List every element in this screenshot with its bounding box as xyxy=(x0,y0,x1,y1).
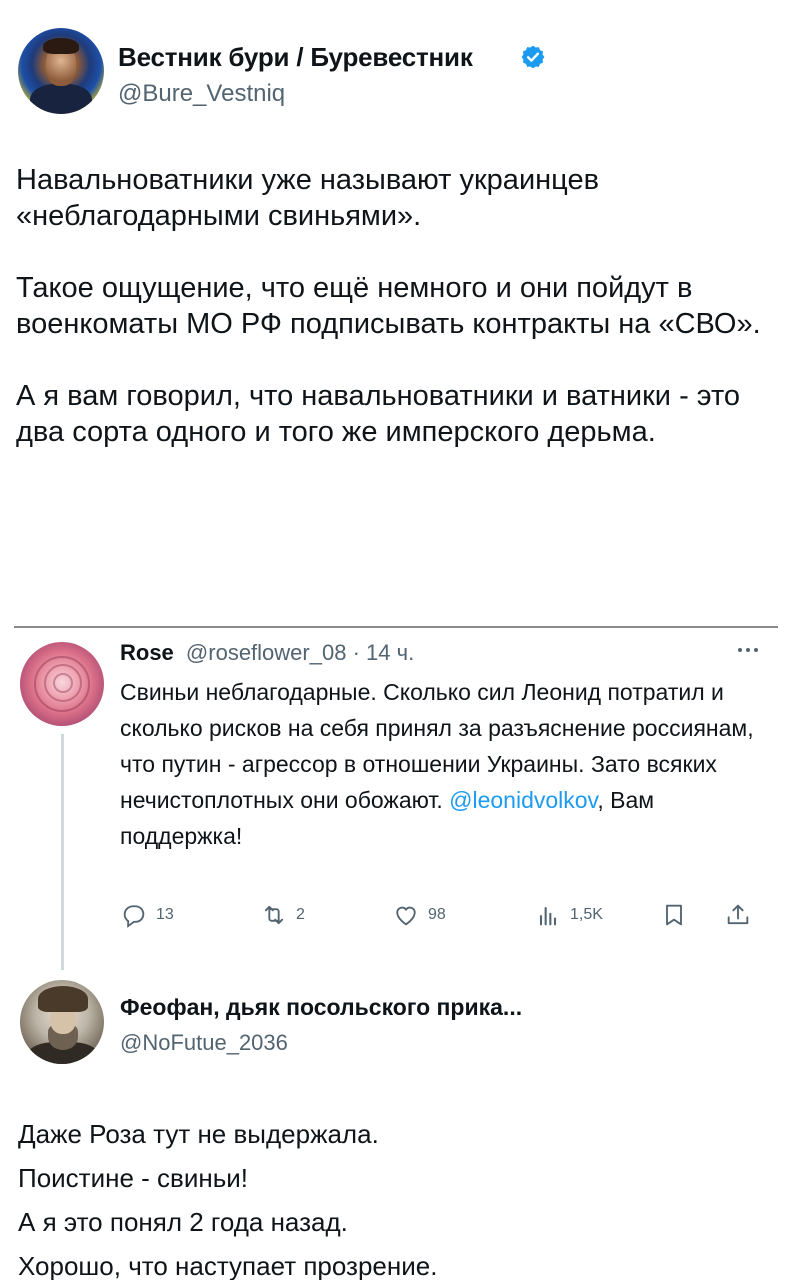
retweet-action[interactable]: 2 xyxy=(260,900,305,930)
share-action[interactable] xyxy=(724,900,760,930)
action-bar: 13 2 98 1,5K xyxy=(120,900,770,930)
views-count: 1,5K xyxy=(570,906,603,923)
views-icon xyxy=(539,906,557,926)
feofan-reply-text: Даже Роза тут не выдержала. Поистине - с… xyxy=(18,1112,778,1280)
reply-count: 13 xyxy=(156,906,174,923)
feofan-display-name[interactable]: Феофан, дьяк посольского прика... xyxy=(120,994,522,1021)
author-handle[interactable]: @Bure_Vestniq xyxy=(118,80,285,108)
feofan-handle[interactable]: @NoFutue_2036 xyxy=(120,1030,288,1056)
retweet-count: 2 xyxy=(296,906,305,923)
reply-icon xyxy=(123,905,145,928)
rose-avatar[interactable] xyxy=(20,642,104,726)
reply-action[interactable]: 13 xyxy=(120,900,174,930)
like-icon xyxy=(396,906,416,926)
tweet-paragraph: Такое ощущение, что ещё немного и они по… xyxy=(16,272,761,340)
thread-line xyxy=(61,734,64,970)
bookmark-action[interactable] xyxy=(660,900,696,930)
more-icon[interactable] xyxy=(732,642,764,658)
author-display-name[interactable]: Вестник бури / Буревестник xyxy=(118,42,473,73)
tweet-body: Навальноватники уже называют украинцев «… xyxy=(16,162,776,450)
reply-meta: Rose @roseflower_08 · 14 ч. xyxy=(120,640,414,666)
feofan-line: Хорошо, что наступает прозрение. xyxy=(18,1251,438,1280)
feofan-avatar[interactable] xyxy=(20,980,104,1064)
screenshot-divider xyxy=(14,626,778,628)
retweet-icon xyxy=(264,905,284,925)
meta-separator: · xyxy=(352,640,360,665)
author-avatar[interactable] xyxy=(18,28,104,114)
reply-text: Свиньи неблагодарные. Сколько сил Леонид… xyxy=(120,674,760,854)
mention-link[interactable]: @leonidvolkov xyxy=(449,787,597,813)
reply-text-body: Свиньи неблагодарные. Сколько сил Леонид… xyxy=(120,679,754,813)
reply-author-name[interactable]: Rose xyxy=(120,640,174,665)
views-action[interactable]: 1,5K xyxy=(534,900,603,930)
feofan-line: А я это понял 2 года назад. xyxy=(18,1207,348,1237)
like-action[interactable]: 98 xyxy=(392,900,446,930)
feofan-line: Даже Роза тут не выдержала. xyxy=(18,1119,379,1149)
feofan-line: Поистине - свиньи! xyxy=(18,1163,249,1193)
tweet-paragraph: Навальноватники уже называют украинцев «… xyxy=(16,164,599,232)
verified-badge-icon xyxy=(521,45,545,69)
reply-author-handle[interactable]: @roseflower_08 xyxy=(186,640,347,665)
share-icon xyxy=(727,904,749,925)
bookmark-icon xyxy=(666,904,682,926)
tweet-paragraph: А я вам говорил, что навальноватники и в… xyxy=(16,380,741,448)
like-count: 98 xyxy=(428,906,446,923)
reply-time[interactable]: 14 ч. xyxy=(366,640,414,665)
